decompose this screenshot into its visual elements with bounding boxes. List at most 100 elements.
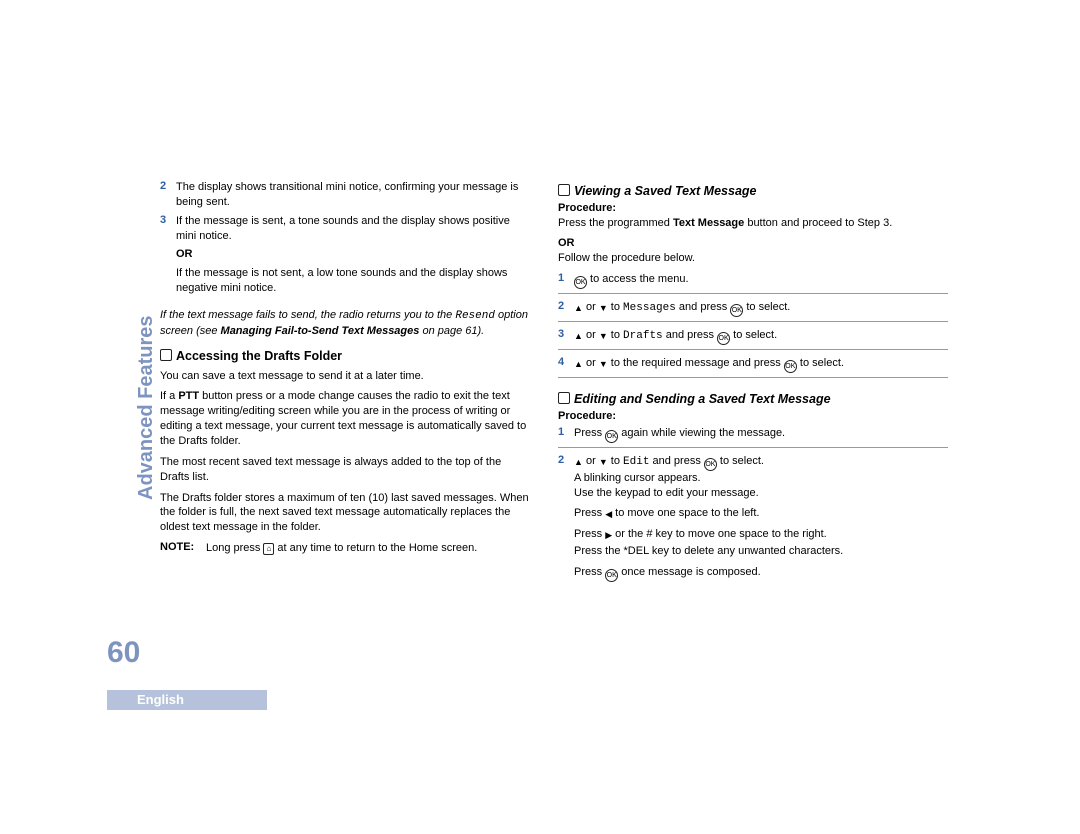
del-line: Press the *DEL key to delete any unwante… xyxy=(574,544,948,559)
step-number: 2 xyxy=(558,454,574,582)
e2b: to xyxy=(608,455,623,467)
drafts-mono: Drafts xyxy=(623,330,663,342)
messages-mono: Messages xyxy=(623,302,676,314)
ok-icon: OK xyxy=(730,304,743,317)
p1: You can save a text message to send it a… xyxy=(160,369,530,384)
e2d: to select. xyxy=(717,455,764,467)
down-icon: ▼ xyxy=(599,458,608,467)
s2c2: and press xyxy=(663,329,717,341)
s2d2: to select. xyxy=(730,329,777,341)
left-column: 2 The display shows transitional mini no… xyxy=(160,180,530,586)
or-label: OR xyxy=(176,247,530,262)
step-text: ▲ or ▼ to Drafts and press OK to select. xyxy=(574,328,948,345)
press-left-line: Press ◀ to move one space to the left. xyxy=(574,506,948,521)
note-body: Long press ⌂ at any time to return to th… xyxy=(206,541,530,556)
heading-viewing: Viewing a Saved Text Message xyxy=(558,184,948,198)
edit-mono: Edit xyxy=(623,456,649,468)
view-step-1: 1 OK to access the menu. xyxy=(558,272,948,294)
step-text: Press OK again while viewing the message… xyxy=(574,426,948,443)
step3-text: If the message is sent, a tone sounds an… xyxy=(176,215,510,242)
page-number: 60 xyxy=(107,636,140,670)
down-icon: ▼ xyxy=(599,332,608,341)
note-label: NOTE: xyxy=(160,541,206,556)
s2a2: or xyxy=(583,329,599,341)
italic-1: If the text message fails to send, the r… xyxy=(160,309,455,321)
procedure-label-2: Procedure: xyxy=(558,410,948,422)
p2a: If a xyxy=(160,390,178,402)
proc-b: Follow the procedure below. xyxy=(558,251,948,266)
text-message-bold: Text Message xyxy=(673,217,744,229)
topic-icon xyxy=(558,184,570,196)
view-step-2: 2 ▲ or ▼ to Messages and press OK to sel… xyxy=(558,300,948,322)
done-text: once message is composed. xyxy=(618,566,760,578)
s2a: or xyxy=(583,301,599,313)
s4: to the required message and press xyxy=(608,357,784,369)
press: Press xyxy=(574,528,605,540)
p4: The Drafts folder stores a maximum of te… xyxy=(160,491,530,536)
edit-step-2: 2 ▲ or ▼ to Edit and press OK to select.… xyxy=(558,454,948,582)
proc-a2: button and proceed to Step 3. xyxy=(744,217,892,229)
step-text: If the message is sent, a tone sounds an… xyxy=(176,214,530,296)
step-number: 2 xyxy=(160,180,176,210)
step-text: ▲ or ▼ to Edit and press OK to select. A… xyxy=(574,454,948,582)
ok-icon: OK xyxy=(574,276,587,289)
up-icon: ▲ xyxy=(574,332,583,341)
ok-icon: OK xyxy=(704,458,717,471)
resend-mono: Resend xyxy=(455,310,495,322)
heading-text: Editing and Sending a Saved Text Message xyxy=(574,392,831,406)
heading-editing: Editing and Sending a Saved Text Message xyxy=(558,392,948,406)
down-icon: ▼ xyxy=(599,304,608,313)
ok-icon: OK xyxy=(784,360,797,373)
press: Press xyxy=(574,566,605,578)
ok-icon: OK xyxy=(717,332,730,345)
step3b-text: If the message is not sent, a low tone s… xyxy=(176,267,507,294)
right-column: Viewing a Saved Text Message Procedure: … xyxy=(558,180,948,586)
step-text: ▲ or ▼ to the required message and press… xyxy=(574,356,948,373)
fail-note: If the text message fails to send, the r… xyxy=(160,308,530,339)
step-number: 2 xyxy=(558,300,574,317)
home-key-icon: ⌂ xyxy=(263,543,274,555)
heading-text: Viewing a Saved Text Message xyxy=(574,184,756,198)
step-text: ▲ or ▼ to Messages and press OK to selec… xyxy=(574,300,948,317)
topic-icon xyxy=(558,392,570,404)
press: Press xyxy=(574,507,605,519)
e1b: again while viewing the message. xyxy=(618,427,785,439)
heading-drafts: Accessing the Drafts Folder xyxy=(160,349,530,363)
blink-line: A blinking cursor appears. xyxy=(574,471,948,486)
press-right-line: Press ▶ or the # key to move one space t… xyxy=(574,527,948,542)
e2a: or xyxy=(583,455,599,467)
procedure-label: Procedure: xyxy=(558,202,948,214)
s2a3: or xyxy=(583,357,599,369)
step-number: 1 xyxy=(558,426,574,443)
step-text: The display shows transitional mini noti… xyxy=(176,180,530,210)
edit-step-1: 1 Press OK again while viewing the messa… xyxy=(558,426,948,448)
s1: to access the menu. xyxy=(587,273,689,285)
step-2: 2 The display shows transitional mini no… xyxy=(160,180,530,210)
up-icon: ▲ xyxy=(574,360,583,369)
content-columns: 2 The display shows transitional mini no… xyxy=(160,180,948,586)
s2c: and press xyxy=(676,301,730,313)
p3: The most recent saved text message is al… xyxy=(160,455,530,485)
right-text: or the # key to move one space to the ri… xyxy=(612,528,827,540)
manual-page: Advanced Features 60 English 2 The displ… xyxy=(0,0,1080,834)
e1a: Press xyxy=(574,427,605,439)
italic-bold: Managing Fail-to-Send Text Messages xyxy=(221,325,420,337)
step-number: 3 xyxy=(558,328,574,345)
heading-text: Accessing the Drafts Folder xyxy=(176,349,342,363)
p2: If a PTT button press or a mode change c… xyxy=(160,389,530,448)
step-number: 4 xyxy=(558,356,574,373)
ok-icon: OK xyxy=(605,569,618,582)
ok-icon: OK xyxy=(605,430,618,443)
p2b: button press or a mode change causes the… xyxy=(160,390,526,447)
note-row: NOTE: Long press ⌂ at any time to return… xyxy=(160,541,530,556)
s2b2: to xyxy=(608,329,623,341)
step-number: 3 xyxy=(160,214,176,296)
italic-3: on page 61). xyxy=(419,325,484,337)
s2b: to xyxy=(608,301,623,313)
note-a: Long press xyxy=(206,542,263,554)
down-icon: ▼ xyxy=(599,360,608,369)
note-b: at any time to return to the Home screen… xyxy=(274,542,477,554)
view-step-4: 4 ▲ or ▼ to the required message and pre… xyxy=(558,356,948,378)
proc-a: Press the programmed Text Message button… xyxy=(558,216,948,231)
step-text: OK to access the menu. xyxy=(574,272,948,289)
